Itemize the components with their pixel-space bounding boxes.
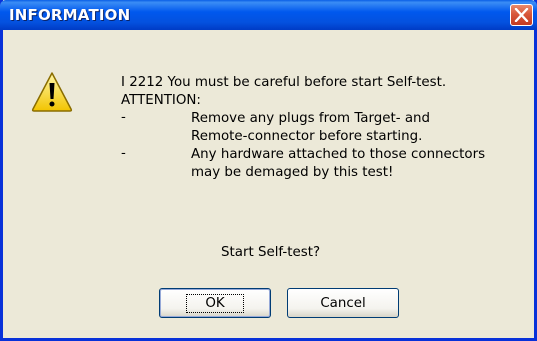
cancel-button[interactable]: Cancel <box>287 288 399 318</box>
information-dialog: INFORMATION I 2212 You must be careful b… <box>0 0 537 341</box>
ok-button-label: OK <box>186 293 244 313</box>
warning-icon <box>31 72 73 112</box>
close-button[interactable] <box>510 4 533 26</box>
dialog-title: INFORMATION <box>9 6 131 24</box>
bullet-2-line-2: may be demaged by this test! <box>191 165 394 180</box>
bullet-2-line-1: Any hardware attached to those connector… <box>191 147 486 162</box>
ok-button[interactable]: OK <box>159 288 271 318</box>
bullet-dash-2: - <box>121 146 126 161</box>
confirmation-prompt: Start Self-test? <box>221 245 321 260</box>
message-line-1: I 2212 You must be careful before start … <box>121 75 447 90</box>
message-line-2: ATTENTION: <box>121 93 201 108</box>
cancel-button-label: Cancel <box>320 295 366 311</box>
title-bar[interactable]: INFORMATION <box>0 0 537 30</box>
bullet-dash-1: - <box>121 110 126 125</box>
close-icon <box>514 8 529 22</box>
bullet-1-line-2: Remote-connector before starting. <box>191 129 423 144</box>
bullet-1-line-1: Remove any plugs from Target- and <box>191 111 431 126</box>
